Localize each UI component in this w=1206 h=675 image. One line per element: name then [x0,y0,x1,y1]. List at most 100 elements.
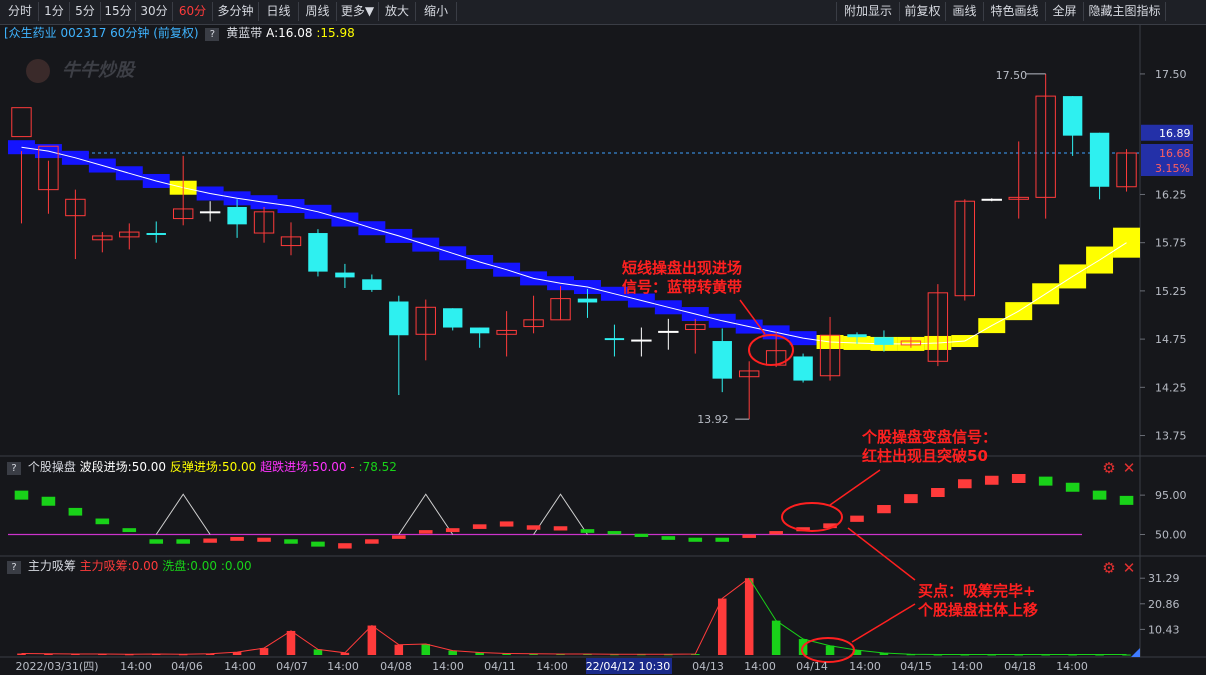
candle-body [362,279,382,290]
candle-body [631,339,652,342]
osc-bar [257,537,271,542]
x-axis-label: 14:00 [224,660,256,673]
candle-body [874,337,894,345]
vol-bar [259,648,269,655]
candle-body [604,338,625,341]
candle-body [443,308,463,328]
x-axis-label: 14:00 [432,660,464,673]
x-axis-label: 04/18 [1004,660,1036,673]
last-price-tag-text: 16.68 [1159,147,1191,160]
high-price-tag-text: 16.89 [1159,127,1191,140]
corner-resize-icon [1131,648,1140,657]
candle-body [389,301,409,336]
candle-body [146,233,166,235]
vol-axis-label: 31.29 [1148,572,1180,585]
osc-bar [365,539,379,544]
max-price-label: 17.50 [996,69,1028,82]
panel3-title: ? 主力吸筹 主力吸筹:0.00 洗盘:0.00 :0.00 [4,558,252,574]
band-centerline [21,146,1127,345]
x-axis-label: 04/14 [796,660,828,673]
osc-axis-label: 50.00 [1155,529,1187,542]
vol-bar [825,645,835,655]
panel3-help-icon[interactable]: ? [7,561,21,574]
osc-bar [472,524,487,529]
watermark-text: 牛牛炒股 [62,60,136,81]
panel2-settings-icon[interactable]: ⚙ [1101,460,1117,476]
panel2-title: ? 个股操盘 波段进场:50.00 反弹进场:50.00 超跌进场:50.00 … [4,459,397,475]
panel2-value-5: :78.52 [358,460,397,474]
annotation-arrow-3b [847,527,916,581]
osc-bar [715,537,730,542]
candle-body [308,233,328,272]
osc-bar [445,528,460,533]
osc-bar [418,530,433,534]
x-axis-label: 04/15 [900,660,932,673]
osc-bar [499,521,514,527]
panel2-value-2: 反弹进场:50.00 [169,460,257,474]
panel2-value-1: 波段进场:50.00 [79,460,167,474]
vol-axis-label: 20.86 [1148,598,1180,611]
panel2-value-3: 超跌进场:50.00 [260,460,347,474]
osc-bar [1092,490,1107,500]
price-label: 14.75 [1155,333,1187,346]
band-segment [1113,227,1140,258]
x-axis-label: 04/08 [380,660,412,673]
vol-axis-label: 10.43 [1148,623,1180,636]
vol-bar [421,643,431,655]
price-label: 17.50 [1155,68,1187,81]
panel2-value-4: - [350,460,355,474]
vol-bar [717,598,727,655]
osc-bar [661,536,676,540]
x-axis-label: 04/06 [171,660,203,673]
panel3-value-2: 洗盘:0.00 [162,559,218,573]
panel2-help-icon[interactable]: ? [7,462,21,475]
vol-bar [394,644,404,655]
osc-triangle [398,493,454,535]
x-axis-label: 14:00 [120,660,152,673]
panel3-close-icon[interactable]: ✕ [1121,560,1137,576]
x-axis-label: 04/11 [484,660,516,673]
panel2-name[interactable]: 个股操盘 [28,460,76,474]
candle-body [227,207,247,225]
osc-bar [41,496,56,506]
x-axis-label: 14:00 [1056,660,1088,673]
osc-bar [14,490,29,500]
osc-bar [176,539,190,544]
signal-circle-1 [748,334,794,366]
candle-body [335,272,355,278]
x-axis-label: 04/13 [692,660,724,673]
annotation-2-line-1: 个股操盘变盘信号： [861,428,997,446]
panel3-settings-icon[interactable]: ⚙ [1101,560,1117,576]
osc-bar [607,531,622,535]
signal-circle-2 [781,502,843,532]
panel3-name[interactable]: 主力吸筹 [28,559,76,573]
osc-bar [958,479,972,489]
vol-bar [286,630,296,655]
osc-bar [688,537,703,542]
candle-body [199,211,221,214]
osc-bar [850,515,864,522]
change-pct-tag-text: 3.15% [1155,162,1190,175]
annotation-3-line-2: 个股操盘柱体上移 [917,601,1038,619]
osc-bar [931,488,945,497]
vol-bar [771,620,781,655]
x-axis-label: 14:00 [951,660,983,673]
osc-axis-label: 95.00 [1155,489,1187,502]
candle-body [981,198,1002,201]
osc-bar [769,531,783,535]
annotation-3-line-1: 买点：吸筹完毕+ [918,582,1036,600]
osc-bar [149,539,164,544]
watermark-logo-icon [26,59,50,83]
panel2-close-icon[interactable]: ✕ [1121,460,1137,476]
vol-bar [744,578,754,655]
osc-bar [634,533,649,537]
osc-bar [984,475,999,485]
candle-body [712,341,732,379]
osc-bar [1011,474,1026,483]
osc-bar [122,528,137,533]
osc-bar [392,535,406,539]
price-label: 13.75 [1155,430,1187,443]
candle-body [847,334,867,338]
annotation-arrow-3a [851,603,916,643]
price-label: 14.25 [1155,381,1187,394]
